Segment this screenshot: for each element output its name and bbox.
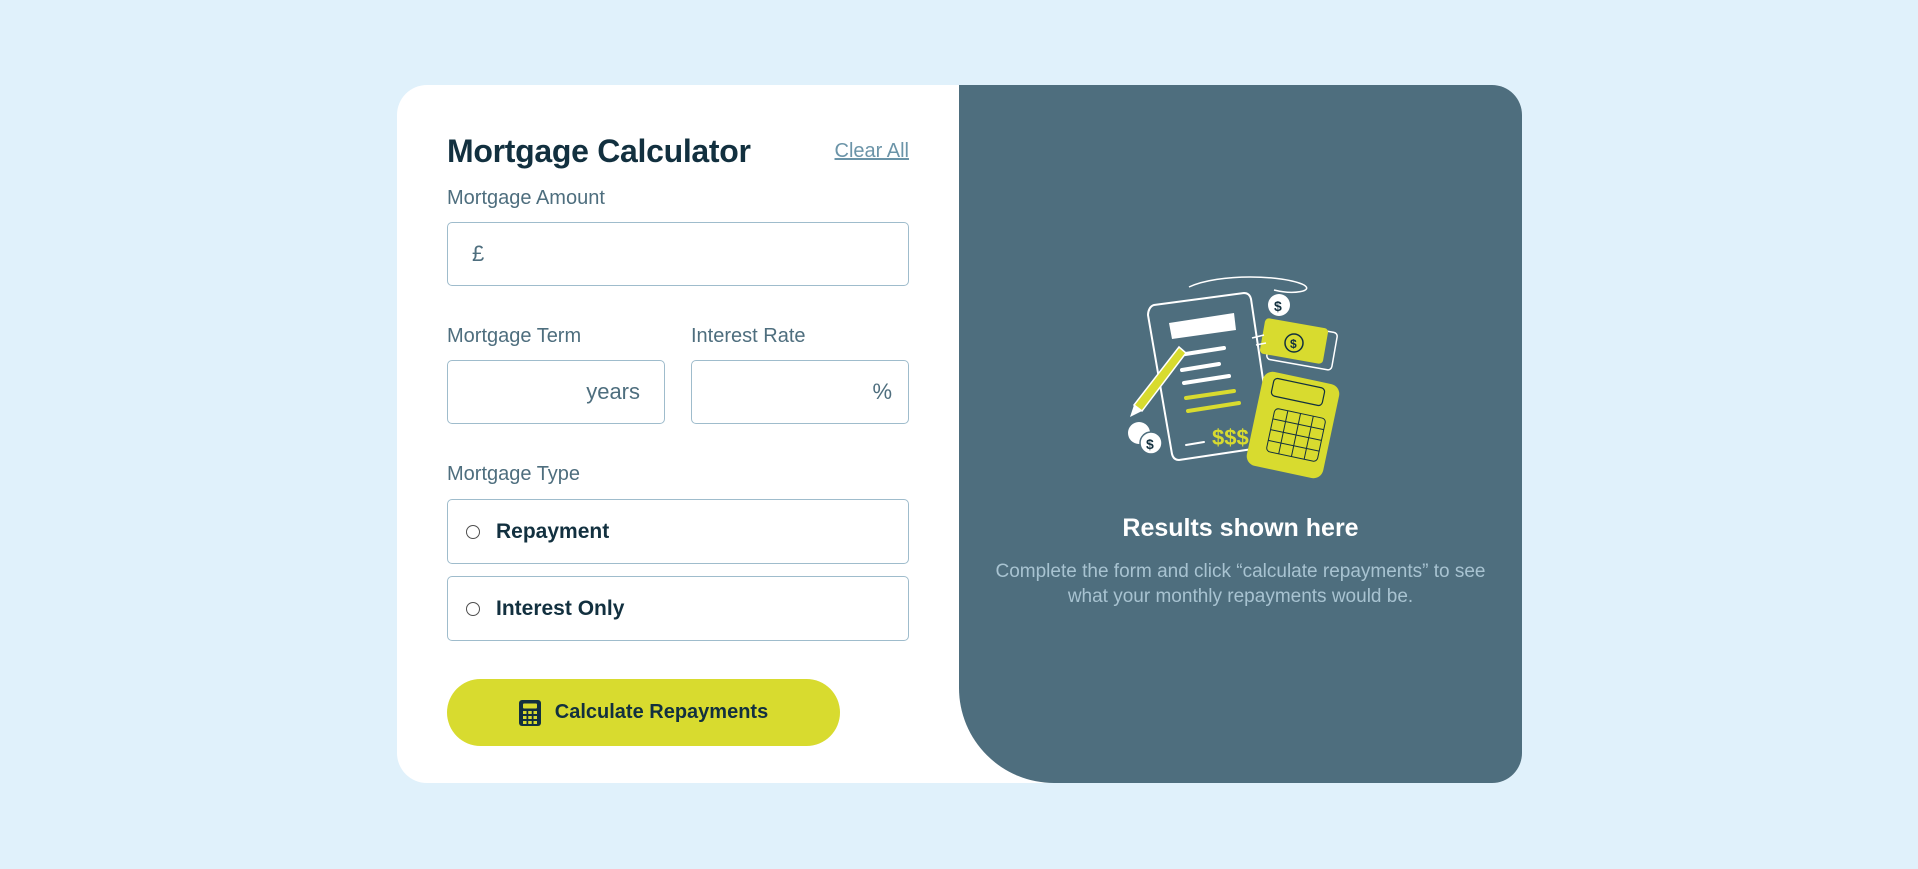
radio-option-interest-only[interactable]: Interest Only (447, 576, 909, 641)
radio-option-repayment[interactable]: Repayment (447, 499, 909, 564)
radio-label-repayment: Repayment (496, 519, 610, 543)
percent-suffix: % (872, 379, 892, 404)
form-pane: Mortgage Calculator Clear All Mortgage A… (397, 85, 959, 783)
page-title: Mortgage Calculator (447, 132, 751, 169)
years-suffix: years (586, 379, 640, 404)
calculate-repayments-button[interactable]: Calculate Repayments (447, 679, 840, 746)
mortgage-amount-field[interactable]: £ (447, 222, 909, 286)
mortgage-calculator-card: Mortgage Calculator Clear All Mortgage A… (397, 85, 1522, 783)
mortgage-amount-label: Mortgage Amount (447, 187, 605, 209)
svg-text:$$$: $$$ (1212, 425, 1249, 450)
interest-rate-label: Interest Rate (691, 325, 806, 347)
clear-all-link[interactable]: Clear All (835, 140, 909, 163)
interest-rate-field[interactable]: % (691, 360, 909, 424)
calculate-button-label: Calculate Repayments (554, 701, 769, 723)
empty-results-illustration: $$$ $ $ $ (1128, 276, 1340, 479)
results-title: Results shown here (1122, 514, 1359, 542)
svg-text:$: $ (1274, 298, 1282, 314)
interest-rate-input[interactable] (692, 361, 867, 423)
results-pane: $$$ $ $ $ Results shown here Complete th… (959, 85, 1522, 783)
form-header: Mortgage Calculator Clear All (447, 125, 909, 177)
svg-text:$: $ (1146, 436, 1154, 452)
calculator-icon (518, 699, 541, 726)
currency-prefix: £ (472, 241, 485, 266)
mortgage-term-field[interactable]: years (447, 360, 665, 424)
radio-button-interest-only[interactable] (466, 601, 480, 616)
mortgage-term-label: Mortgage Term (447, 325, 582, 347)
radio-label-interest-only: Interest Only (496, 596, 625, 620)
radio-button-repayment[interactable] (466, 524, 480, 539)
svg-text:$: $ (1290, 337, 1297, 351)
results-description: Complete the form and click “calculate r… (995, 561, 1486, 607)
mortgage-amount-input[interactable] (492, 223, 908, 285)
mortgage-type-label: Mortgage Type (447, 463, 581, 485)
mortgage-term-input[interactable] (448, 361, 581, 423)
